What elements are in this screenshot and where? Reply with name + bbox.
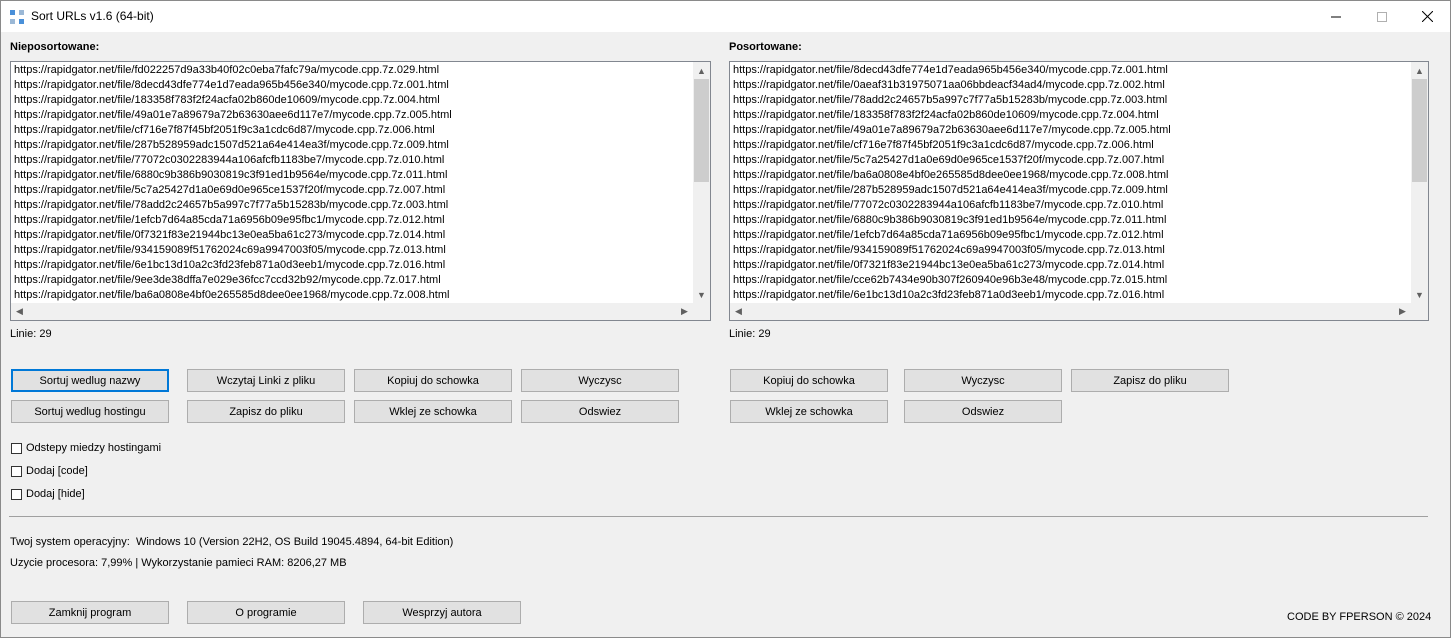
url-line[interactable]: https://rapidgator.net/file/cf716e7f87f4… (733, 138, 1410, 153)
scroll-right-icon[interactable]: ▶ (1394, 303, 1411, 320)
os-info: Twoj system operacyjny: Windows 10 (Vers… (10, 536, 453, 548)
sorted-line-count: Linie: 29 (729, 328, 771, 340)
unsorted-line-count: Linie: 29 (10, 328, 52, 340)
checkbox-label: Dodaj [hide] (26, 488, 85, 500)
clear-button[interactable]: Wyczysc (521, 369, 679, 392)
add-hide-checkbox[interactable]: Dodaj [hide] (11, 488, 85, 500)
url-line[interactable]: https://rapidgator.net/file/5c7a25427d1a… (733, 153, 1410, 168)
checkbox-box[interactable] (11, 465, 22, 477)
url-line[interactable]: https://rapidgator.net/file/6880c9b386b9… (14, 168, 692, 183)
checkbox-box[interactable] (11, 442, 22, 454)
close-window-button[interactable] (1404, 1, 1450, 32)
url-line[interactable]: https://rapidgator.net/file/1efcb7d64a85… (733, 228, 1410, 243)
minimize-icon (1331, 16, 1341, 17)
scroll-left-icon[interactable]: ◀ (11, 303, 28, 320)
window-title: Sort URLs v1.6 (64-bit) (31, 9, 154, 23)
unsorted-vertical-scrollbar[interactable]: ▲ ▼ (693, 62, 710, 303)
url-line[interactable]: https://rapidgator.net/file/287b528959ad… (14, 138, 692, 153)
url-line[interactable]: https://rapidgator.net/file/cce62b7434e9… (733, 273, 1410, 288)
url-line[interactable]: https://rapidgator.net/file/8decd43dfe77… (14, 78, 692, 93)
app-window: Sort URLs v1.6 (64-bit) Nieposortowane: … (0, 0, 1451, 638)
sorted-horizontal-scrollbar[interactable]: ◀ ▶ (730, 303, 1411, 320)
url-line[interactable]: https://rapidgator.net/file/0aeaf31b3197… (733, 78, 1410, 93)
url-line[interactable]: https://rapidgator.net/file/8decd43dfe77… (733, 63, 1410, 78)
scroll-down-icon[interactable]: ▼ (693, 286, 710, 303)
url-line[interactable]: https://rapidgator.net/file/6e1bc13d10a2… (733, 288, 1410, 303)
paste-from-clipboard-button[interactable]: Wklej ze schowka (354, 400, 512, 423)
sorted-save-to-file-button[interactable]: Zapisz do pliku (1071, 369, 1229, 392)
spacing-between-hosts-checkbox[interactable]: Odstepy miedzy hostingami (11, 442, 161, 454)
scrollbar-corner (1411, 303, 1428, 320)
unsorted-lines: https://rapidgator.net/file/fd022257d9a3… (14, 63, 692, 306)
unsorted-label: Nieposortowane: (10, 41, 100, 53)
url-line[interactable]: https://rapidgator.net/file/77072c030228… (733, 198, 1410, 213)
app-icon (10, 10, 24, 24)
url-line[interactable]: https://rapidgator.net/file/6e1bc13d10a2… (14, 258, 692, 273)
sort-by-name-button[interactable]: Sortuj wedlug nazwy (11, 369, 169, 392)
url-line[interactable]: https://rapidgator.net/file/9ee3de38dffa… (14, 273, 692, 288)
sorted-copy-to-clipboard-button[interactable]: Kopiuj do schowka (730, 369, 888, 392)
url-line[interactable]: https://rapidgator.net/file/183358f783f2… (14, 93, 692, 108)
maximize-icon (1377, 11, 1387, 22)
sorted-vertical-scrollbar[interactable]: ▲ ▼ (1411, 62, 1428, 303)
sort-by-host-button[interactable]: Sortuj wedlug hostingu (11, 400, 169, 423)
sorted-textbox[interactable]: https://rapidgator.net/file/8decd43dfe77… (729, 61, 1429, 321)
url-line[interactable]: https://rapidgator.net/file/77072c030228… (14, 153, 692, 168)
copy-to-clipboard-button[interactable]: Kopiuj do schowka (354, 369, 512, 392)
url-line[interactable]: https://rapidgator.net/file/5c7a25427d1a… (14, 183, 692, 198)
url-line[interactable]: https://rapidgator.net/file/6880c9b386b9… (733, 213, 1410, 228)
separator (9, 516, 1428, 517)
unsorted-horizontal-scrollbar[interactable]: ◀ ▶ (11, 303, 693, 320)
scroll-down-icon[interactable]: ▼ (1411, 286, 1428, 303)
add-code-checkbox[interactable]: Dodaj [code] (11, 465, 88, 477)
url-line[interactable]: https://rapidgator.net/file/ba6a0808e4bf… (733, 168, 1410, 183)
url-line[interactable]: https://rapidgator.net/file/78add2c24657… (733, 93, 1410, 108)
refresh-button[interactable]: Odswiez (521, 400, 679, 423)
scroll-left-icon[interactable]: ◀ (730, 303, 747, 320)
scroll-up-icon[interactable]: ▲ (1411, 62, 1428, 79)
sorted-lines: https://rapidgator.net/file/8decd43dfe77… (733, 63, 1410, 306)
save-to-file-button[interactable]: Zapisz do pliku (187, 400, 345, 423)
minimize-button[interactable] (1313, 1, 1359, 32)
sorted-label: Posortowane: (729, 41, 802, 53)
support-author-button[interactable]: Wesprzyj autora (363, 601, 521, 624)
url-line[interactable]: https://rapidgator.net/file/0f7321f83e21… (733, 258, 1410, 273)
url-line[interactable]: https://rapidgator.net/file/1efcb7d64a85… (14, 213, 692, 228)
scroll-up-icon[interactable]: ▲ (693, 62, 710, 79)
sorted-refresh-button[interactable]: Odswiez (904, 400, 1062, 423)
load-links-button[interactable]: Wczytaj Linki z pliku (187, 369, 345, 392)
checkbox-box[interactable] (11, 488, 22, 500)
scroll-thumb[interactable] (1412, 79, 1427, 182)
sorted-paste-from-clipboard-button[interactable]: Wklej ze schowka (730, 400, 888, 423)
url-line[interactable]: https://rapidgator.net/file/287b528959ad… (733, 183, 1410, 198)
url-line[interactable]: https://rapidgator.net/file/ba6a0808e4bf… (14, 288, 692, 303)
maximize-button[interactable] (1359, 1, 1405, 32)
url-line[interactable]: https://rapidgator.net/file/49a01e7a8967… (733, 123, 1410, 138)
url-line[interactable]: https://rapidgator.net/file/0f7321f83e21… (14, 228, 692, 243)
scroll-thumb[interactable] (694, 79, 709, 182)
url-line[interactable]: https://rapidgator.net/file/78add2c24657… (14, 198, 692, 213)
url-line[interactable]: https://rapidgator.net/file/183358f783f2… (733, 108, 1410, 123)
main-content: Nieposortowane: https://rapidgator.net/f… (1, 32, 1450, 637)
about-button[interactable]: O programie (187, 601, 345, 624)
credit-text: CODE BY FPERSON © 2024 (1287, 611, 1432, 623)
url-line[interactable]: https://rapidgator.net/file/934159089f51… (733, 243, 1410, 258)
os-label: Twoj system operacyjny: (10, 536, 130, 548)
url-line[interactable]: https://rapidgator.net/file/cf716e7f87f4… (14, 123, 692, 138)
close-program-button[interactable]: Zamknij program (11, 601, 169, 624)
unsorted-textbox[interactable]: https://rapidgator.net/file/fd022257d9a3… (10, 61, 711, 321)
os-value: Windows 10 (Version 22H2, OS Build 19045… (135, 536, 454, 548)
sorted-clear-button[interactable]: Wyczysc (904, 369, 1062, 392)
resource-usage: Uzycie procesora: 7,99% | Wykorzystanie … (10, 557, 347, 569)
url-line[interactable]: https://rapidgator.net/file/934159089f51… (14, 243, 692, 258)
scroll-right-icon[interactable]: ▶ (676, 303, 693, 320)
url-line[interactable]: https://rapidgator.net/file/fd022257d9a3… (14, 63, 692, 78)
scrollbar-corner (693, 303, 710, 320)
url-line[interactable]: https://rapidgator.net/file/49a01e7a8967… (14, 108, 692, 123)
checkbox-label: Dodaj [code] (26, 465, 88, 477)
title-bar[interactable]: Sort URLs v1.6 (64-bit) (1, 1, 1450, 32)
checkbox-label: Odstepy miedzy hostingami (26, 442, 162, 454)
close-icon (1421, 11, 1433, 22)
